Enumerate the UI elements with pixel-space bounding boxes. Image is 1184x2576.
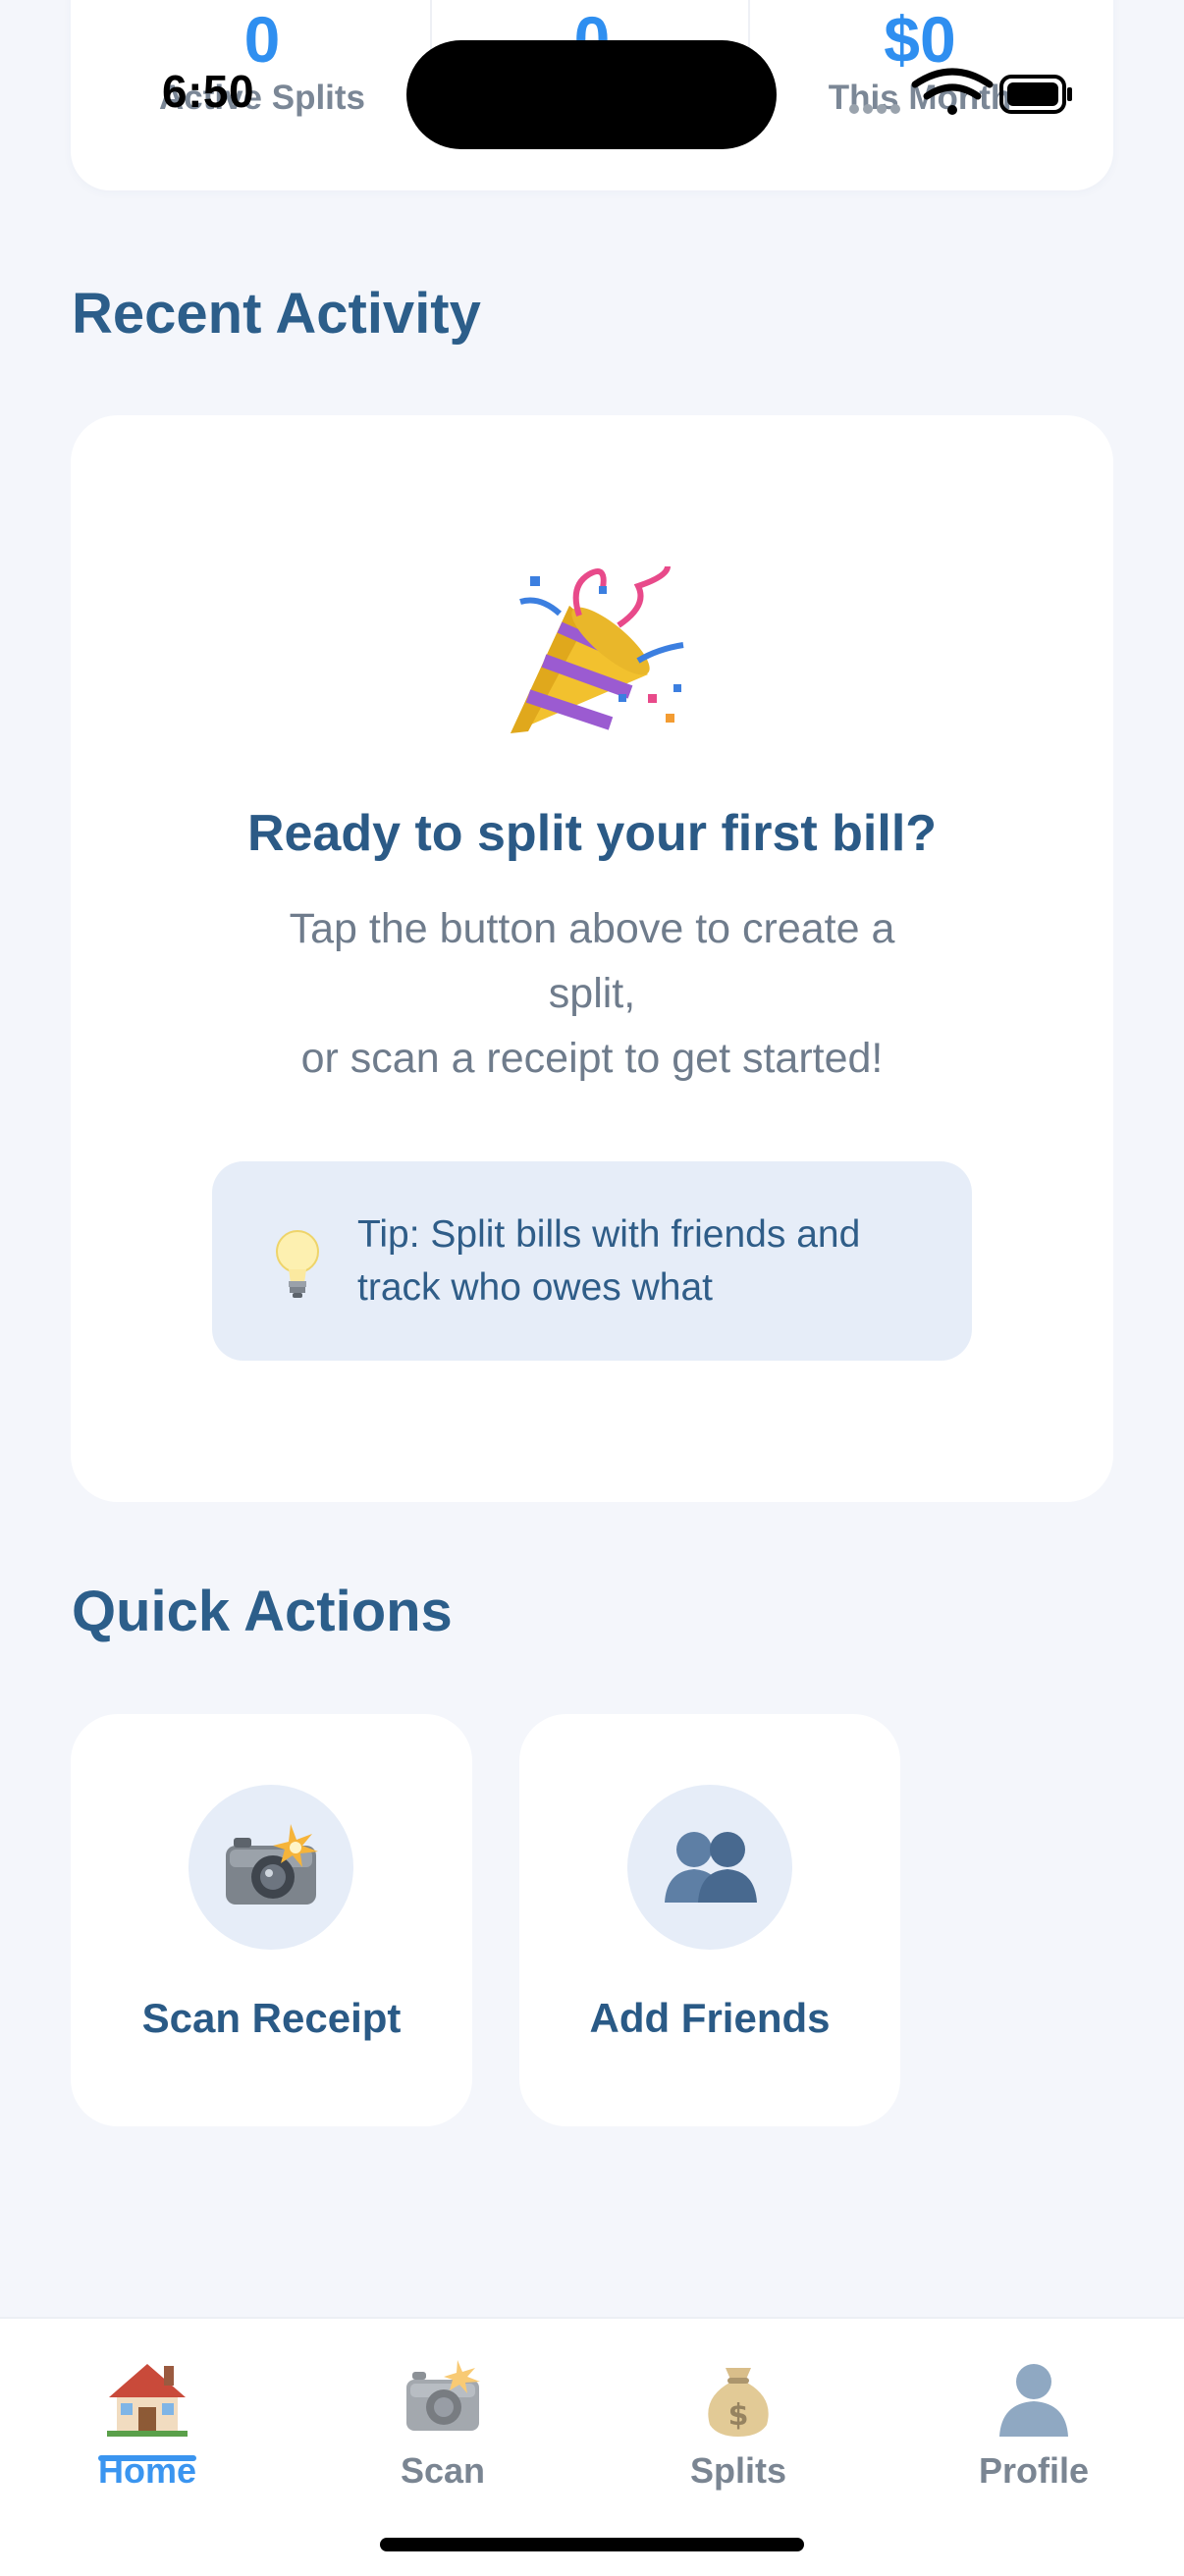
stat-label: Active Splits (158, 79, 366, 117)
tab-profile[interactable]: Profile (936, 2358, 1132, 2496)
money-bag-icon: $ (708, 2368, 769, 2437)
party-popper-icon (501, 565, 687, 753)
stat-active-splits: 0 Active Splits (100, 0, 424, 120)
status-time: 6:50 (162, 66, 255, 117)
svg-text:$: $ (728, 2398, 749, 2433)
scan-receipt-action[interactable]: Scan Receipt (71, 1714, 472, 2126)
camera-flash-icon (406, 2360, 480, 2431)
recent-activity-title: Recent Activity (72, 282, 481, 346)
tab-scan[interactable]: Scan (345, 2358, 541, 2496)
empty-state-body: Tap the button above to create a split, … (289, 905, 895, 1082)
friends-icon (665, 1832, 757, 1903)
action-icon-circle (188, 1785, 353, 1950)
tip-box: Tip: Split bills with friends and track … (212, 1161, 972, 1361)
camera-flash-icon (226, 1824, 318, 1905)
empty-state-card: Ready to split your first bill? Tap the … (71, 415, 1113, 1502)
house-icon (107, 2364, 188, 2437)
action-label: Add Friends (589, 1995, 831, 2041)
dynamic-island (406, 40, 777, 149)
active-tab-indicator (98, 2455, 196, 2461)
battery-icon (999, 75, 1072, 114)
stat-value: 0 (243, 3, 281, 76)
tab-splits[interactable]: $ Splits (640, 2358, 836, 2496)
tab-label: Scan (400, 2450, 486, 2491)
add-friends-action[interactable]: Add Friends (519, 1714, 900, 2126)
action-icon-circle (627, 1785, 792, 1950)
tab-label: Splits (689, 2450, 786, 2491)
quick-actions-title: Quick Actions (72, 1580, 453, 1643)
signal-dots-icon (849, 104, 900, 114)
home-indicator (380, 2538, 804, 2551)
tip-text: Tip: Split bills with friends and track … (357, 1213, 861, 1309)
action-label: Scan Receipt (141, 1995, 402, 2041)
tab-home[interactable]: Home (49, 2358, 245, 2496)
empty-state-title: Ready to split your first bill? (246, 805, 938, 862)
lightbulb-icon (273, 1228, 322, 1299)
wifi-icon (911, 68, 994, 115)
tab-label: Profile (978, 2450, 1090, 2491)
status-icons (844, 65, 1080, 124)
person-silhouette-icon (999, 2364, 1068, 2437)
